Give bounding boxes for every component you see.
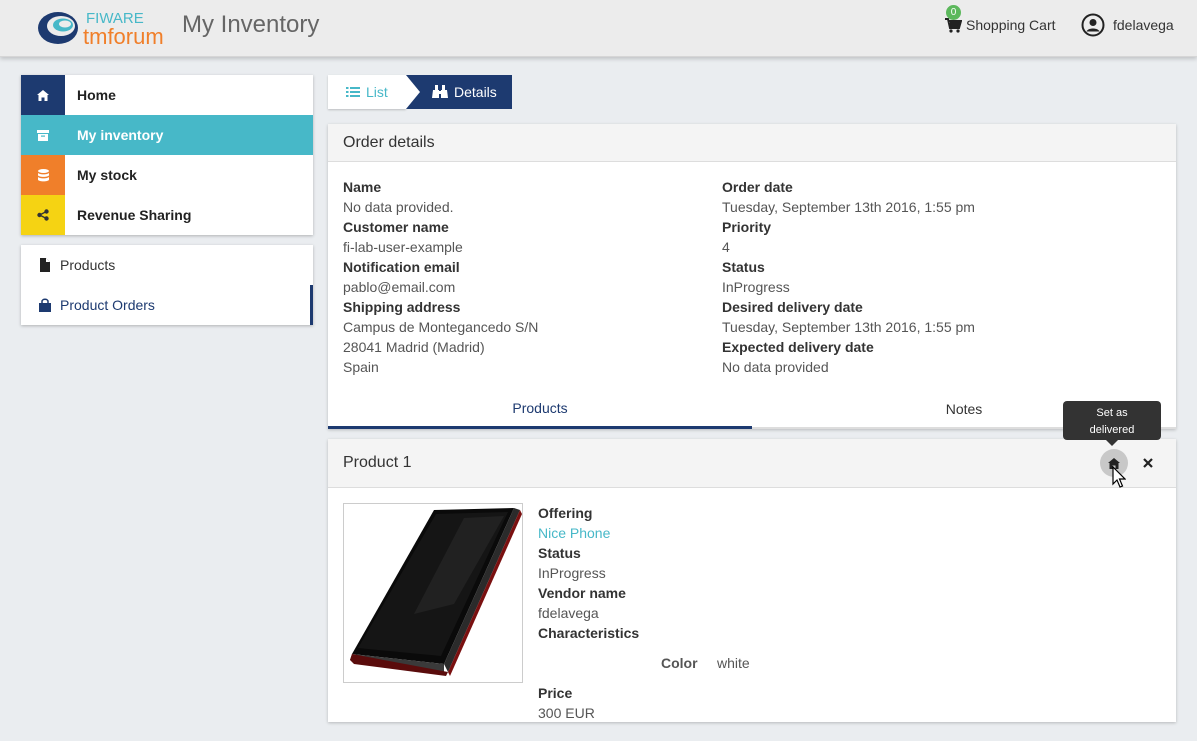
product-panel: Product 1 Offering Nice Phone Status InP… xyxy=(328,439,1176,722)
field-value-vendor-name: fdelavega xyxy=(538,605,599,621)
characteristic-row: Color white xyxy=(538,643,1138,683)
submenu-item-label: Product Orders xyxy=(60,297,155,313)
archive-icon xyxy=(21,115,65,155)
breadcrumb: List Details xyxy=(328,75,512,109)
field-value-desired-delivery-date: Tuesday, September 13th 2016, 1:55 pm xyxy=(722,319,975,335)
field-value-price: 300 EUR xyxy=(538,705,595,721)
user-name: fdelavega xyxy=(1113,17,1174,33)
characteristic-name: Color xyxy=(661,655,698,671)
field-label-desired-delivery-date: Desired delivery date xyxy=(722,299,863,315)
field-value-status: InProgress xyxy=(722,279,790,295)
field-label-customer-name: Customer name xyxy=(343,219,449,235)
field-label-notification-email: Notification email xyxy=(343,259,460,275)
menu-item-label: My stock xyxy=(77,167,137,183)
breadcrumb-details-label: Details xyxy=(454,84,497,100)
field-label-name: Name xyxy=(343,179,382,195)
breadcrumb-list-label: List xyxy=(366,84,388,100)
remove-product-button[interactable] xyxy=(1138,453,1158,473)
order-details-panel: Order details Name No data provided. Cus… xyxy=(328,124,1176,429)
field-label-shipping-address: Shipping address xyxy=(343,299,461,315)
field-value-notification-email: pablo@email.com xyxy=(343,279,456,295)
field-label-product-status: Status xyxy=(538,545,581,561)
share-icon xyxy=(21,195,65,235)
list-icon xyxy=(346,87,360,97)
menu-item-home[interactable]: Home xyxy=(21,75,313,115)
menu-item-revenue-sharing[interactable]: Revenue Sharing xyxy=(21,195,313,235)
main-menu: Home My inventory My stock Revenue Shari… xyxy=(21,75,313,235)
menu-item-label: Revenue Sharing xyxy=(77,207,192,223)
field-label-vendor-name: Vendor name xyxy=(538,585,626,601)
order-details-title: Order details xyxy=(328,124,1176,162)
user-menu-button[interactable]: fdelavega xyxy=(1081,13,1174,37)
menu-item-label: My inventory xyxy=(77,127,164,143)
database-icon xyxy=(21,155,65,195)
breadcrumb-list-button[interactable]: List xyxy=(328,75,406,109)
characteristic-value: white xyxy=(717,655,750,671)
menu-item-my-inventory[interactable]: My inventory xyxy=(21,115,313,155)
field-label-status: Status xyxy=(722,259,765,275)
product-title: Product 1 xyxy=(328,439,1176,488)
product-image xyxy=(343,503,523,683)
close-icon xyxy=(1143,458,1153,468)
menu-item-my-stock[interactable]: My stock xyxy=(21,155,313,195)
offering-link[interactable]: Nice Phone xyxy=(538,523,1138,543)
field-value-priority: 4 xyxy=(722,239,730,255)
breadcrumb-details-button[interactable]: Details xyxy=(406,75,512,109)
shopping-cart-button[interactable]: Shopping Cart xyxy=(944,16,1056,34)
top-header: FIWARE tmforum My Inventory Shopping Car… xyxy=(0,0,1197,57)
field-value-order-date: Tuesday, September 13th 2016, 1:55 pm xyxy=(722,199,975,215)
phone-image xyxy=(350,508,522,676)
cart-count-badge: 0 xyxy=(946,5,961,20)
submenu-item-products[interactable]: Products xyxy=(21,245,313,285)
tooltip-line-1: Set as xyxy=(1096,407,1128,419)
set-as-delivered-tooltip: Set as delivered xyxy=(1063,401,1161,446)
binoculars-icon xyxy=(432,85,448,98)
user-circle-icon xyxy=(1081,13,1105,37)
inventory-submenu: Products Product Orders xyxy=(21,245,313,325)
field-label-characteristics: Characteristics xyxy=(538,625,640,641)
field-value-name: No data provided. xyxy=(343,199,454,215)
field-value-expected-delivery-date: No data provided xyxy=(722,359,829,375)
shopping-bag-icon xyxy=(39,298,51,312)
field-value-shipping-street: Campus de Montegancedo S/N xyxy=(343,319,539,335)
field-value-shipping-country: Spain xyxy=(343,359,379,375)
field-value-customer-name: fi-lab-user-example xyxy=(343,239,463,255)
order-fields-right: Order date Tuesday, September 13th 2016,… xyxy=(722,177,1092,377)
app-title: My Inventory xyxy=(182,11,320,38)
home-icon xyxy=(21,75,65,115)
submenu-item-label: Products xyxy=(60,257,116,273)
field-label-price: Price xyxy=(538,685,573,701)
fiware-tmforum-logo[interactable]: FIWARE tmforum xyxy=(36,6,176,50)
shopping-cart-label: Shopping Cart xyxy=(966,17,1056,33)
field-label-offering: Offering xyxy=(538,505,593,521)
file-icon xyxy=(40,258,50,272)
tooltip-line-2: delivered xyxy=(1089,424,1135,436)
field-value-shipping-city: 28041 Madrid (Madrid) xyxy=(343,339,485,355)
mouse-pointer-icon xyxy=(1112,466,1126,488)
field-value-product-status: InProgress xyxy=(538,565,606,581)
product-fields: Offering Nice Phone Status InProgress Ve… xyxy=(538,503,1138,723)
menu-item-label: Home xyxy=(77,87,116,103)
order-fields-left: Name No data provided. Customer name fi-… xyxy=(343,177,713,377)
field-label-expected-delivery-date: Expected delivery date xyxy=(722,339,874,355)
field-label-order-date: Order date xyxy=(722,179,793,195)
tab-products[interactable]: Products xyxy=(328,390,752,429)
order-tabs: Products Notes xyxy=(328,390,1176,429)
logo-bottom-text: tmforum xyxy=(83,24,164,49)
field-label-priority: Priority xyxy=(722,219,772,235)
submenu-item-product-orders[interactable]: Product Orders xyxy=(21,285,313,325)
